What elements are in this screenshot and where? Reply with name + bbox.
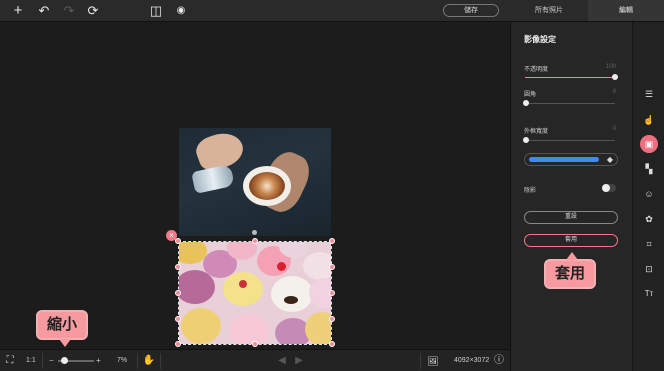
divider: [160, 353, 161, 369]
bottom-bar: ⛶ 1:1 − + 7% ✋ ◀ ▶ 🖼 4092×3072 ⓘ: [0, 349, 510, 371]
resize-handle[interactable]: [329, 290, 335, 296]
photo-editor: + ↶ ↷ ⟳ ◫ ◉ 儲存 所有照片 編輯 × ⛶ 1:1 − + 7% ✋ …: [0, 0, 664, 371]
reset-button[interactable]: 重設: [524, 211, 618, 224]
resize-handle[interactable]: [329, 238, 335, 244]
image-icon[interactable]: 🖼: [426, 354, 440, 368]
redo-icon[interactable]: ↷: [61, 3, 77, 19]
zoom-level: 7%: [117, 357, 128, 364]
latte-photo[interactable]: [179, 128, 331, 236]
tab-all-photos[interactable]: 所有照片: [510, 0, 588, 21]
image-dimensions: 4092×3072: [454, 357, 490, 364]
rounded-corners-slider[interactable]: [525, 103, 615, 104]
resize-handle[interactable]: [175, 316, 181, 322]
preview-icon[interactable]: ◉: [173, 3, 189, 19]
opacity-slider-fill: [525, 77, 615, 78]
zoom-slider-knob[interactable]: [60, 357, 68, 364]
remove-layer-close-icon[interactable]: ×: [166, 230, 177, 241]
selection-box[interactable]: [178, 241, 332, 345]
touch-icon[interactable]: ☝: [642, 113, 656, 127]
resize-handle[interactable]: [175, 290, 181, 296]
opacity-value: 100: [605, 64, 616, 70]
border-width-value: 0: [612, 126, 616, 132]
rotate-handle[interactable]: [252, 230, 257, 235]
paint-bucket-icon[interactable]: ◆: [607, 155, 613, 165]
resize-handle[interactable]: [329, 316, 335, 322]
resize-handle[interactable]: [252, 238, 258, 244]
compare-icon[interactable]: ◫: [148, 3, 164, 19]
rounded-corners-label: 圓角: [524, 92, 537, 98]
panel-title: 影像設定: [524, 35, 556, 44]
zoom-in-button[interactable]: +: [96, 350, 101, 371]
resize-handle[interactable]: [329, 264, 335, 270]
resize-handle[interactable]: [175, 341, 181, 347]
divider: [137, 353, 138, 369]
resize-handle[interactable]: [329, 341, 335, 347]
resize-handle[interactable]: [252, 341, 258, 347]
opacity-slider-knob[interactable]: [612, 74, 618, 80]
refresh-icon[interactable]: ⟳: [85, 3, 101, 19]
border-width-slider-knob[interactable]: [523, 137, 529, 143]
crop-icon[interactable]: ⌗: [642, 237, 656, 251]
image-settings-icon[interactable]: ▣: [640, 135, 658, 153]
tool-rail: ☰ ☝ ▣ ▚ ☺ ✿ ⌗ ⊡ Tт: [632, 22, 664, 371]
resize-handle[interactable]: [175, 264, 181, 270]
save-button[interactable]: 儲存: [443, 4, 499, 17]
resize-icon[interactable]: ⊡: [642, 262, 656, 276]
apply-button[interactable]: 套用: [524, 234, 618, 247]
rounded-corners-slider-knob[interactable]: [523, 100, 529, 106]
resize-handle[interactable]: [175, 238, 181, 244]
next-image-icon[interactable]: ▶: [292, 354, 306, 368]
previous-image-icon[interactable]: ◀: [275, 354, 289, 368]
adjust-icon[interactable]: ☰: [642, 87, 656, 101]
canvas-area[interactable]: ×: [0, 22, 510, 349]
opacity-label: 不透明度: [524, 67, 549, 73]
border-width-slider[interactable]: [525, 140, 615, 141]
hand-tool-icon[interactable]: ✋: [142, 354, 156, 368]
image-settings-panel: 影像設定 不透明度 100 圓角 0 外框寬度 0 ◆ 陰影 重設 套用: [510, 22, 632, 371]
top-toolbar: + ↶ ↷ ⟳ ◫ ◉ 儲存 所有照片 編輯: [0, 0, 664, 22]
apply-callout: 套用: [544, 252, 596, 289]
blend-icon[interactable]: ✿: [642, 212, 656, 226]
rounded-corners-value: 0: [612, 89, 616, 95]
fit-screen-icon[interactable]: ⛶: [3, 354, 17, 368]
ratio-button[interactable]: 1:1: [26, 350, 36, 371]
pattern-icon[interactable]: ▚: [642, 162, 656, 176]
divider: [420, 353, 421, 369]
border-width-label: 外框寬度: [524, 129, 549, 135]
sticker-icon[interactable]: ☺: [642, 187, 656, 201]
zoom-out-button[interactable]: −: [49, 350, 54, 371]
add-icon[interactable]: +: [10, 3, 26, 19]
border-color-picker[interactable]: ◆: [524, 153, 618, 166]
undo-icon[interactable]: ↶: [36, 3, 52, 19]
text-icon[interactable]: Tт: [642, 287, 656, 301]
shadow-label: 陰影: [524, 188, 537, 194]
border-color-swatch: [529, 157, 599, 162]
divider: [42, 353, 43, 369]
info-icon[interactable]: ⓘ: [492, 354, 506, 368]
shadow-toggle[interactable]: [602, 184, 616, 192]
tab-edit[interactable]: 編輯: [588, 0, 664, 21]
zoom-out-callout: 縮小: [36, 310, 88, 347]
